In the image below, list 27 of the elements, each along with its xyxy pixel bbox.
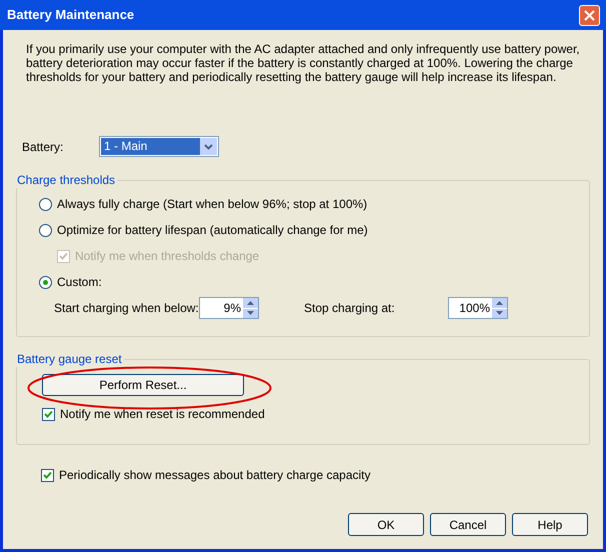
stop-threshold-field[interactable]: 100% (448, 297, 508, 319)
spinner-arrows-icon[interactable] (492, 298, 507, 318)
battery-dropdown[interactable]: 1 - Main (99, 136, 219, 157)
group-title: Charge thresholds (15, 172, 118, 188)
dialog-button[interactable]: Help (512, 513, 588, 536)
radio-button[interactable] (39, 276, 52, 288)
perform-reset-button[interactable]: Perform Reset... (42, 374, 244, 396)
close-icon[interactable] (579, 4, 600, 26)
battery-label: Battery: (22, 138, 64, 156)
option-label: Periodically show messages about battery charge capacity (59, 467, 370, 484)
option-label: Custom: (57, 274, 102, 290)
window-title: Battery Maintenance (6, 6, 134, 24)
start-threshold-field[interactable]: 9% (199, 297, 259, 319)
option-label: Optimize for battery lifespan (automatically change for me) (57, 222, 368, 238)
option-label: Notify me when reset is recommended (60, 406, 265, 423)
spinner-arrows-icon[interactable] (243, 298, 258, 318)
description-text: If you primarily use your computer with the AC adapter attached and only infrequently use battery power, battery deterioration may occur faster if the battery is constantly charged at 100%. Lowering the charge thresholds for your battery and periodically resetting the battery gauge will help increase its lifespan. (26, 42, 581, 84)
radio-button[interactable] (39, 224, 52, 236)
dialog-button[interactable]: Cancel (430, 513, 506, 536)
stop-label: Stop charging at: (304, 300, 396, 317)
option-label: Always fully charge (Start when below 96%; stop at 100%) (57, 196, 368, 212)
start-label: Start charging when below: (54, 300, 199, 317)
radio-button[interactable] (39, 198, 52, 210)
checkbox[interactable] (41, 468, 54, 482)
checkbox[interactable] (42, 408, 55, 420)
dialog-button[interactable]: OK (348, 513, 424, 536)
option-label: Notify me when thresholds change (75, 248, 260, 264)
